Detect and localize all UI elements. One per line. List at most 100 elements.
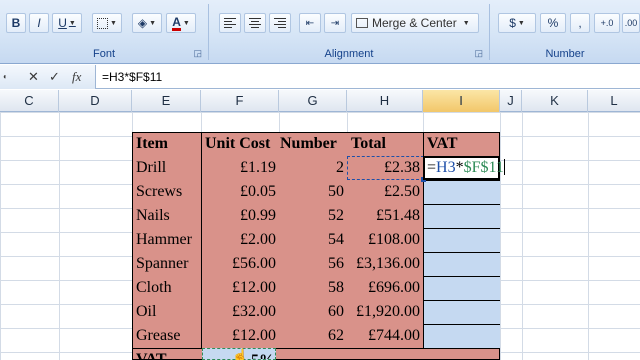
- item-cell[interactable]: Hammer: [132, 228, 201, 252]
- item-cell[interactable]: Cloth: [132, 276, 201, 300]
- bold-button[interactable]: B: [6, 13, 26, 33]
- align-right-icon: [274, 18, 286, 28]
- fill-bucket-icon: ◈: [137, 16, 148, 30]
- percent-button[interactable]: %: [540, 13, 566, 33]
- currency-button[interactable]: $ ▼: [498, 13, 536, 33]
- italic-button[interactable]: I: [29, 13, 49, 33]
- align-left-button[interactable]: [219, 13, 241, 33]
- total-cell[interactable]: £2.50: [347, 180, 423, 204]
- cell-border: [423, 324, 500, 325]
- item-cell[interactable]: Nails: [132, 204, 201, 228]
- column-header-k[interactable]: K: [522, 90, 588, 112]
- column-header-d[interactable]: D: [59, 90, 132, 112]
- header-item[interactable]: Item: [132, 132, 201, 156]
- column-header-j[interactable]: J: [500, 90, 522, 112]
- increase-indent-icon: ⇥: [330, 17, 340, 29]
- unit-cost-cell[interactable]: £0.05: [201, 180, 279, 204]
- font-color-button[interactable]: A ▼: [166, 13, 196, 33]
- number-cell[interactable]: 2: [279, 156, 347, 180]
- unit-cost-cell[interactable]: £2.00: [201, 228, 279, 252]
- formula-ref-f11: $F$11: [463, 159, 504, 176]
- underline-button[interactable]: U ▼: [52, 13, 82, 33]
- chevron-down-icon: ▼: [149, 19, 157, 27]
- enter-icon[interactable]: ✓: [49, 69, 60, 85]
- align-right-button[interactable]: [269, 13, 291, 33]
- dialog-launcher-icon[interactable]: ◲: [474, 48, 483, 59]
- vat-rate-label[interactable]: VAT: [132, 348, 201, 360]
- header-vat[interactable]: VAT: [423, 132, 500, 156]
- number-cell[interactable]: 58: [279, 276, 347, 300]
- borders-button[interactable]: ▼: [92, 13, 122, 33]
- unit-cost-cell[interactable]: £1.19: [201, 156, 279, 180]
- fill-color-button[interactable]: ◈ ▼: [132, 13, 162, 33]
- font-group-label: Font: [92, 48, 115, 60]
- column-header-h[interactable]: H: [347, 90, 423, 112]
- column-header-f[interactable]: F: [201, 90, 279, 112]
- item-cell[interactable]: Drill: [132, 156, 201, 180]
- gridline: [588, 112, 589, 360]
- number-cell[interactable]: 54: [279, 228, 347, 252]
- font-group: B I U ▼ ▼ ◈ ▼ A ▼ Font ◲: [0, 0, 208, 64]
- total-cell[interactable]: £51.48: [347, 204, 423, 228]
- insert-function-icon[interactable]: fx: [72, 69, 81, 85]
- increase-decimal-button[interactable]: +.0: [594, 13, 620, 33]
- font-color-icon: A: [172, 14, 181, 31]
- number-cell[interactable]: 62: [279, 324, 347, 348]
- align-center-icon: [249, 18, 261, 28]
- number-group-label: Number: [545, 48, 585, 60]
- text-caret: [503, 159, 505, 175]
- cell-border: [423, 204, 500, 205]
- number-cell[interactable]: 60: [279, 300, 347, 324]
- formula-bar-buttons: ◐ ✕ ✓ fx: [0, 65, 96, 89]
- referenced-cell-h3: [347, 156, 426, 182]
- cancel-icon[interactable]: ✕: [28, 69, 39, 85]
- vat-rate-value: 5%: [251, 349, 275, 359]
- decrease-indent-button[interactable]: ⇤: [299, 13, 321, 33]
- column-header-c[interactable]: C: [0, 90, 59, 112]
- worksheet-grid[interactable]: Item Unit Cost Number Total VAT Drill £1…: [0, 112, 640, 360]
- increase-indent-button[interactable]: ⇥: [324, 13, 346, 33]
- align-left-icon: [224, 18, 236, 28]
- column-header-l[interactable]: L: [588, 90, 640, 112]
- unit-cost-cell[interactable]: £12.00: [201, 324, 279, 348]
- total-cell[interactable]: £1,920.00: [347, 300, 423, 324]
- unit-cost-cell[interactable]: £12.00: [201, 276, 279, 300]
- header-number[interactable]: Number: [279, 132, 347, 156]
- merge-center-button[interactable]: Merge & Center ▼: [351, 13, 479, 33]
- active-cell-editor[interactable]: =H3*$F$11: [423, 156, 505, 180]
- item-cell[interactable]: Spanner: [132, 252, 201, 276]
- decrease-indent-icon: ⇤: [305, 17, 315, 29]
- cell-border: [423, 180, 500, 181]
- unit-cost-cell[interactable]: £56.00: [201, 252, 279, 276]
- number-cell[interactable]: 50: [279, 180, 347, 204]
- total-cell[interactable]: £744.00: [347, 324, 423, 348]
- chevron-down-icon: ▼: [517, 19, 525, 27]
- unit-cost-cell[interactable]: £32.00: [201, 300, 279, 324]
- dialog-launcher-icon[interactable]: ◲: [193, 48, 202, 59]
- formula-bar: ◐ ✕ ✓ fx =H3*$F$11: [0, 65, 640, 89]
- decrease-decimal-button[interactable]: .00: [622, 13, 640, 33]
- number-cell[interactable]: 56: [279, 252, 347, 276]
- header-unit-cost[interactable]: Unit Cost: [201, 132, 279, 156]
- align-center-button[interactable]: [244, 13, 266, 33]
- total-cell[interactable]: £3,136.00: [347, 252, 423, 276]
- comma-style-button[interactable]: ,: [570, 13, 590, 33]
- item-cell[interactable]: Oil: [132, 300, 201, 324]
- currency-icon: $: [509, 16, 516, 30]
- gridline: [522, 112, 523, 360]
- formula-input[interactable]: =H3*$F$11: [102, 70, 162, 84]
- item-cell[interactable]: Grease: [132, 324, 201, 348]
- chevron-down-icon: ▼: [462, 19, 470, 27]
- column-header-i[interactable]: I: [423, 90, 500, 112]
- total-cell[interactable]: £108.00: [347, 228, 423, 252]
- unit-cost-cell[interactable]: £0.99: [201, 204, 279, 228]
- total-cell[interactable]: £696.00: [347, 276, 423, 300]
- item-cell[interactable]: Screws: [132, 180, 201, 204]
- header-total[interactable]: Total: [347, 132, 423, 156]
- column-header-g[interactable]: G: [279, 90, 347, 112]
- cell-border: [423, 252, 500, 253]
- decrease-decimal-icon: .00: [624, 18, 638, 28]
- number-cell[interactable]: 52: [279, 204, 347, 228]
- column-header-e[interactable]: E: [132, 90, 201, 112]
- resize-handle-icon[interactable]: ◐: [3, 72, 8, 81]
